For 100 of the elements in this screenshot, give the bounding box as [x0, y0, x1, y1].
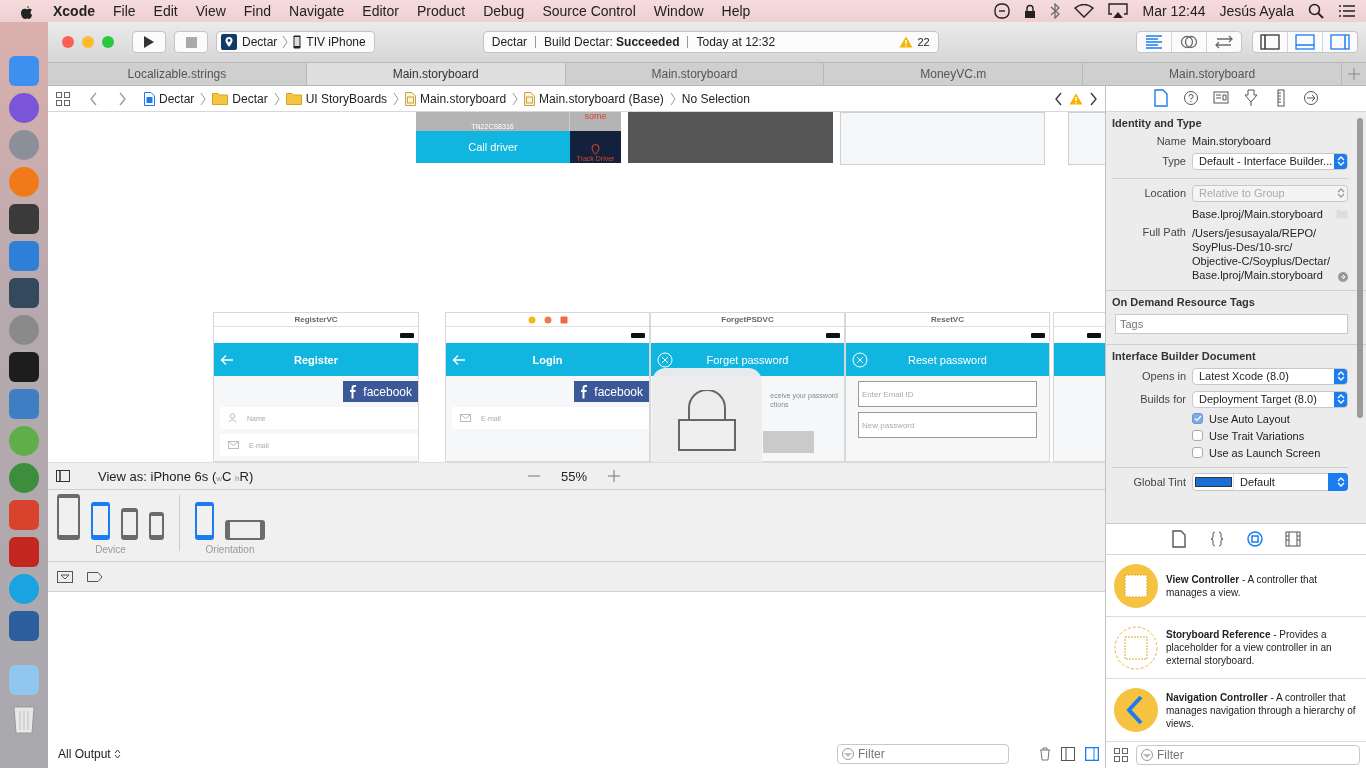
app-tile-icon[interactable] [9, 352, 39, 382]
stop-button[interactable] [174, 31, 208, 53]
scene-frame[interactable] [1053, 312, 1105, 462]
app-tile-icon[interactable] [9, 278, 39, 308]
search-icon[interactable] [1308, 3, 1324, 19]
editor-tab[interactable]: Main.storyboard [1083, 63, 1342, 85]
bluetooth-icon[interactable] [1050, 3, 1061, 19]
menu-item[interactable]: File [104, 3, 145, 19]
media-library-icon[interactable] [1285, 530, 1301, 548]
checkbox-label[interactable]: Use Trait Variations [1209, 429, 1305, 442]
user-name[interactable]: Jesús Ayala [1219, 3, 1294, 19]
trash-icon[interactable] [1039, 747, 1051, 761]
pane-icon[interactable] [1061, 747, 1075, 761]
phone-icon[interactable] [90, 501, 111, 541]
menu-item[interactable]: View [186, 3, 235, 19]
breadcrumb-item[interactable]: Main.storyboard [405, 91, 507, 106]
app-circle-icon[interactable] [9, 93, 39, 123]
tint-popup[interactable]: Default [1192, 472, 1348, 491]
editor-tab[interactable]: Localizable.strings [48, 63, 307, 85]
menu-item[interactable]: Xcode [44, 3, 104, 19]
menu-item[interactable]: Find [234, 3, 281, 19]
app-tile-icon[interactable] [9, 204, 39, 234]
plus-icon[interactable] [1348, 68, 1360, 80]
menu-item[interactable]: Debug [474, 3, 534, 19]
menu-item[interactable]: Source Control [533, 3, 645, 19]
file-library-icon[interactable] [1171, 530, 1187, 548]
editor-tab[interactable]: MoneyVC.m [824, 63, 1084, 85]
run-button[interactable] [132, 31, 166, 53]
output-selector[interactable]: All Output [58, 747, 121, 761]
clock[interactable]: Mar 12:44 [1142, 3, 1206, 19]
menu-item[interactable]: Editor [353, 3, 408, 19]
breadcrumb-item[interactable]: Dectar [212, 91, 268, 106]
library-item-text[interactable]: Navigation Controller - A controller that manages navigation through a hierarchy of views. [1166, 690, 1358, 730]
menu-item[interactable]: Navigate [280, 3, 354, 19]
filter-field[interactable]: Filter [837, 744, 1009, 764]
facebook-button[interactable]: facebook [343, 381, 418, 402]
object-library-icon[interactable] [1247, 530, 1263, 548]
phone-icon[interactable] [194, 501, 215, 541]
close-button[interactable] [62, 36, 74, 48]
help-inspector-icon[interactable] [1183, 89, 1199, 108]
facebook-button[interactable]: facebook [574, 381, 649, 402]
phone-icon[interactable] [224, 519, 266, 541]
sidebar-icon[interactable] [56, 470, 70, 482]
menu-item[interactable]: Edit [144, 3, 187, 19]
checkbox-label[interactable]: Use as Launch Screen [1209, 446, 1321, 459]
grid-icon[interactable] [1114, 748, 1128, 762]
zoom-in-icon[interactable] [607, 469, 621, 483]
app-tile-icon[interactable] [9, 241, 39, 271]
menu-item[interactable]: Window [644, 3, 713, 19]
app-tile-icon[interactable] [9, 389, 39, 419]
editor-tab[interactable]: Main.storyboard [306, 63, 566, 85]
app-tile-icon[interactable] [9, 537, 39, 567]
builds-for-popup[interactable]: Deployment Target (8.0) [1192, 390, 1348, 408]
tag-icon[interactable] [87, 571, 103, 582]
app-tile-icon[interactable] [9, 611, 39, 641]
checkbox[interactable] [1192, 413, 1203, 425]
breadcrumb-item[interactable]: UI StoryBoards [285, 91, 388, 106]
airplay-icon[interactable] [1108, 3, 1129, 19]
library-item-text[interactable]: Storyboard Reference - Provides a placeholder for a view controller in an external storyboard. [1166, 628, 1358, 667]
warning-count[interactable]: 22 [899, 36, 930, 48]
attributes-inspector-icon[interactable] [1243, 89, 1259, 108]
full-path: /Users/jesusayala/REPO/ SoyPlus-Des/10-src/ Objective-C/Soyplus/Dectar/ Base.lproj/Main.storyboard [1192, 225, 1331, 282]
app-circle-icon[interactable] [9, 463, 39, 493]
library-item-text[interactable]: View Controller - A controller that manages a view. [1166, 572, 1358, 599]
filter-field[interactable]: Filter [1136, 745, 1360, 765]
collapse-icon[interactable] [57, 570, 73, 583]
warning-icon[interactable] [1069, 92, 1083, 105]
breadcrumb-item[interactable]: No Selection [681, 91, 750, 106]
breadcrumb-item[interactable]: Dectar [144, 91, 195, 106]
app-tile-icon[interactable] [9, 56, 39, 86]
grid-icon[interactable] [56, 91, 70, 106]
forward-icon[interactable] [118, 91, 126, 106]
next-issue-icon[interactable] [1089, 91, 1097, 106]
back-icon[interactable] [90, 91, 98, 106]
checkbox[interactable] [1192, 447, 1203, 459]
checkbox[interactable] [1192, 430, 1203, 442]
phone-icon[interactable] [56, 493, 81, 541]
scheme-selector[interactable]: Dectar TIV iPhone [216, 31, 375, 53]
previous-issue-icon[interactable] [1055, 91, 1063, 106]
scroll-bar[interactable] [1357, 117, 1363, 418]
menu-item[interactable]: Product [407, 3, 475, 19]
pane-icon[interactable] [1085, 747, 1099, 761]
tags-field[interactable]: Tags [1115, 313, 1348, 334]
opens-in-popup[interactable]: Latest Xcode (8.0) [1192, 367, 1348, 385]
padlock-icon [676, 390, 738, 452]
wifi-icon[interactable] [1074, 4, 1095, 18]
app-tile-icon[interactable] [9, 500, 39, 530]
phone-icon[interactable] [120, 507, 139, 541]
code-library-icon[interactable] [1209, 530, 1225, 548]
editor-tab[interactable]: Main.storyboard [565, 63, 825, 85]
file-inspector-icon[interactable] [1153, 89, 1169, 108]
breadcrumb-item[interactable]: Main.storyboard (Base) [524, 91, 664, 106]
lock-icon[interactable] [1024, 3, 1037, 19]
phone-icon[interactable] [148, 511, 165, 541]
type-popup[interactable]: Default - Interface Builder... [1192, 152, 1348, 170]
menu-item[interactable]: Help [712, 3, 760, 19]
list-icon[interactable] [1338, 4, 1356, 18]
checkbox-label[interactable]: Use Auto Layout [1209, 412, 1290, 425]
connections-inspector-icon[interactable] [1303, 89, 1319, 108]
reveal-arrow-icon[interactable] [1338, 271, 1348, 282]
